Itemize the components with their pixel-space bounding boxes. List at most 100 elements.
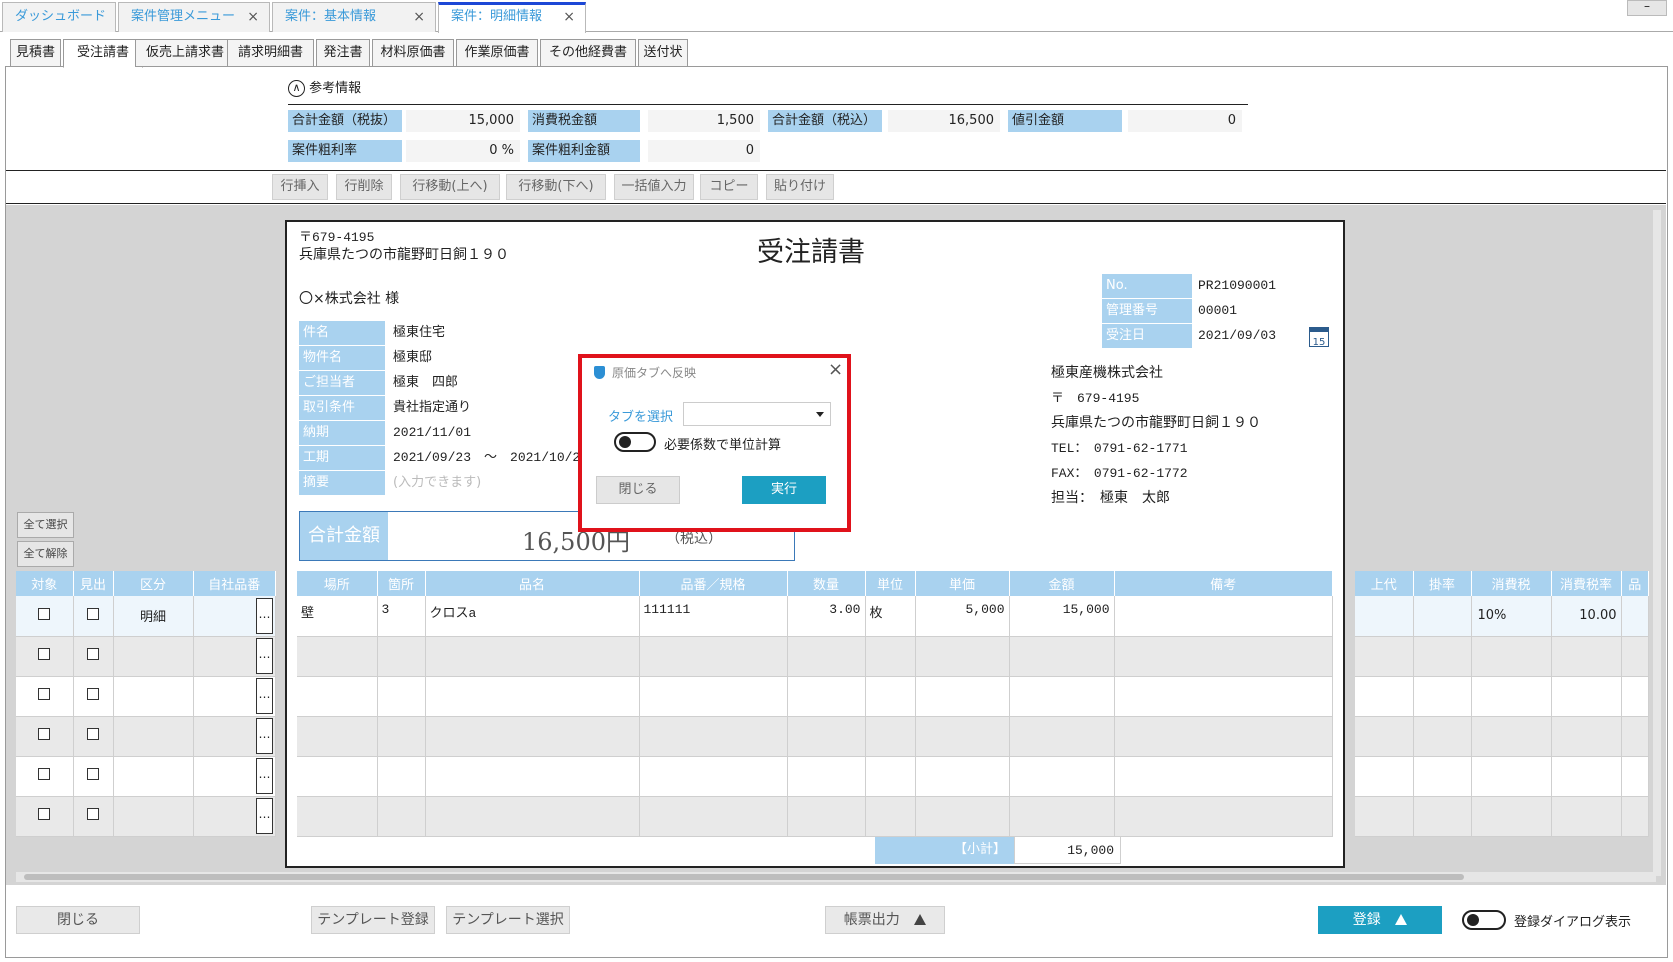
unit-cell[interactable] (865, 756, 916, 797)
table-row[interactable] (1355, 636, 1649, 677)
col-header[interactable]: 備考 (1114, 571, 1333, 596)
doc-memo-input[interactable]: (入力できます) (387, 471, 567, 495)
table-row[interactable] (297, 756, 1333, 797)
coefficient-toggle[interactable] (614, 432, 656, 452)
spot-cell[interactable] (377, 756, 426, 797)
doctab-purchase-order[interactable]: 発注書 (316, 39, 370, 67)
rate-cell[interactable] (1413, 796, 1472, 837)
remarks-cell[interactable] (1114, 636, 1333, 677)
deselect-all-button[interactable]: 全て解除 (17, 541, 74, 567)
doc-value-order-date[interactable]: 2021/09/03 (1192, 324, 1276, 348)
spot-cell[interactable] (377, 676, 426, 717)
tab-project-detail[interactable]: 案件：明細情報 × (438, 2, 586, 33)
col-header[interactable]: 消費税 (1471, 571, 1552, 596)
spec-cell[interactable] (639, 676, 788, 717)
tab-select-dropdown[interactable] (683, 402, 831, 426)
table-row[interactable] (297, 796, 1333, 837)
col-header[interactable]: 掛率 (1413, 571, 1472, 596)
spec-cell[interactable] (639, 796, 788, 837)
tax-rate-cell[interactable] (1551, 756, 1622, 797)
location-cell[interactable] (297, 636, 378, 677)
spot-cell[interactable] (377, 796, 426, 837)
item-name-cell[interactable] (425, 796, 640, 837)
close-icon[interactable]: × (828, 359, 843, 380)
col-header[interactable]: 単価 (915, 571, 1010, 596)
heading-checkbox[interactable] (87, 688, 99, 700)
product-code-cell[interactable]: … (193, 676, 276, 717)
extra-cell[interactable] (1621, 636, 1649, 677)
quantity-cell[interactable] (787, 636, 866, 677)
col-header[interactable]: 金額 (1009, 571, 1115, 596)
doctab-order-confirmation[interactable]: 受注請書 (63, 39, 143, 68)
select-all-button[interactable]: 全て選択 (17, 512, 74, 538)
remarks-cell[interactable] (1114, 796, 1333, 837)
doctab-cover-letter[interactable]: 送付状 (638, 39, 688, 67)
list-price-cell[interactable] (1355, 596, 1414, 637)
horizontal-scrollbar[interactable] (16, 872, 1656, 882)
target-checkbox[interactable] (38, 607, 51, 620)
move-row-down-button[interactable]: 行移動(下へ) (506, 174, 606, 200)
target-checkbox[interactable] (38, 808, 51, 820)
heading-checkbox[interactable] (87, 648, 99, 660)
product-code-cell[interactable]: … (193, 796, 276, 837)
col-header[interactable]: 品番／規格 (639, 571, 788, 596)
category-cell[interactable] (113, 716, 194, 757)
col-header[interactable]: 品 (1621, 571, 1649, 596)
tax-cell[interactable] (1471, 716, 1552, 757)
table-row[interactable]: … (16, 676, 276, 717)
unit-cell[interactable] (865, 636, 916, 677)
item-name-cell[interactable] (425, 756, 640, 797)
location-cell[interactable] (297, 756, 378, 797)
list-price-cell[interactable] (1355, 676, 1414, 717)
list-price-cell[interactable] (1355, 636, 1414, 677)
unit-price-cell[interactable] (915, 796, 1010, 837)
table-row[interactable]: 10% 10.00 (1355, 596, 1649, 637)
col-header[interactable]: 上代 (1355, 571, 1414, 596)
location-cell[interactable] (297, 676, 378, 717)
unit-price-cell[interactable]: 5,000 (915, 596, 1010, 637)
register-button[interactable]: 登録 (1318, 906, 1442, 934)
unit-cell[interactable] (865, 716, 916, 757)
category-cell[interactable] (113, 636, 194, 677)
tab-dashboard[interactable]: ダッシュボード (2, 2, 116, 32)
template-select-button[interactable]: テンプレート選択 (446, 906, 570, 934)
scrollbar-thumb[interactable] (24, 874, 1464, 880)
col-header[interactable]: 場所 (297, 571, 378, 596)
col-header[interactable]: 品名 (425, 571, 640, 596)
item-name-cell[interactable] (425, 636, 640, 677)
rate-cell[interactable] (1413, 756, 1472, 797)
close-button[interactable]: 閉じる (16, 906, 140, 934)
ref-info-toggle[interactable]: ∧ 参考情報 (288, 79, 361, 99)
tax-cell[interactable] (1471, 796, 1552, 837)
quantity-cell[interactable]: 3.00 (787, 596, 866, 637)
remarks-cell[interactable] (1114, 676, 1333, 717)
unit-price-cell[interactable] (915, 716, 1010, 757)
spot-cell[interactable]: 3 (377, 596, 426, 637)
table-row[interactable] (1355, 676, 1649, 717)
amount-cell[interactable] (1009, 636, 1115, 677)
tax-cell[interactable] (1471, 676, 1552, 717)
lookup-button[interactable]: … (256, 798, 273, 834)
extra-cell[interactable] (1621, 716, 1649, 757)
rate-cell[interactable] (1413, 676, 1472, 717)
col-header[interactable]: 自社品番 (193, 571, 276, 596)
lookup-button[interactable]: … (256, 758, 273, 794)
category-cell[interactable]: 明細 (113, 596, 194, 637)
rate-cell[interactable] (1413, 636, 1472, 677)
quantity-cell[interactable] (787, 796, 866, 837)
target-checkbox[interactable] (38, 768, 51, 780)
spec-cell[interactable] (639, 716, 788, 757)
vertical-scrollbar[interactable] (1653, 210, 1661, 876)
heading-checkbox[interactable] (87, 607, 99, 620)
template-register-button[interactable]: テンプレート登録 (311, 906, 435, 934)
remarks-cell[interactable] (1114, 716, 1333, 757)
tax-rate-cell[interactable] (1551, 716, 1622, 757)
category-cell[interactable] (113, 676, 194, 717)
product-code-cell[interactable]: … (193, 716, 276, 757)
close-icon[interactable]: × (563, 5, 575, 29)
tax-rate-cell[interactable]: 10.00 (1551, 596, 1622, 637)
item-name-cell[interactable]: クロスa (425, 596, 640, 637)
minimize-button[interactable]: – (1627, 0, 1667, 16)
tax-cell[interactable]: 10% (1471, 596, 1552, 637)
table-row[interactable]: 壁 3 クロスa 111111 3.00 枚 5,000 15,000 (297, 596, 1333, 637)
